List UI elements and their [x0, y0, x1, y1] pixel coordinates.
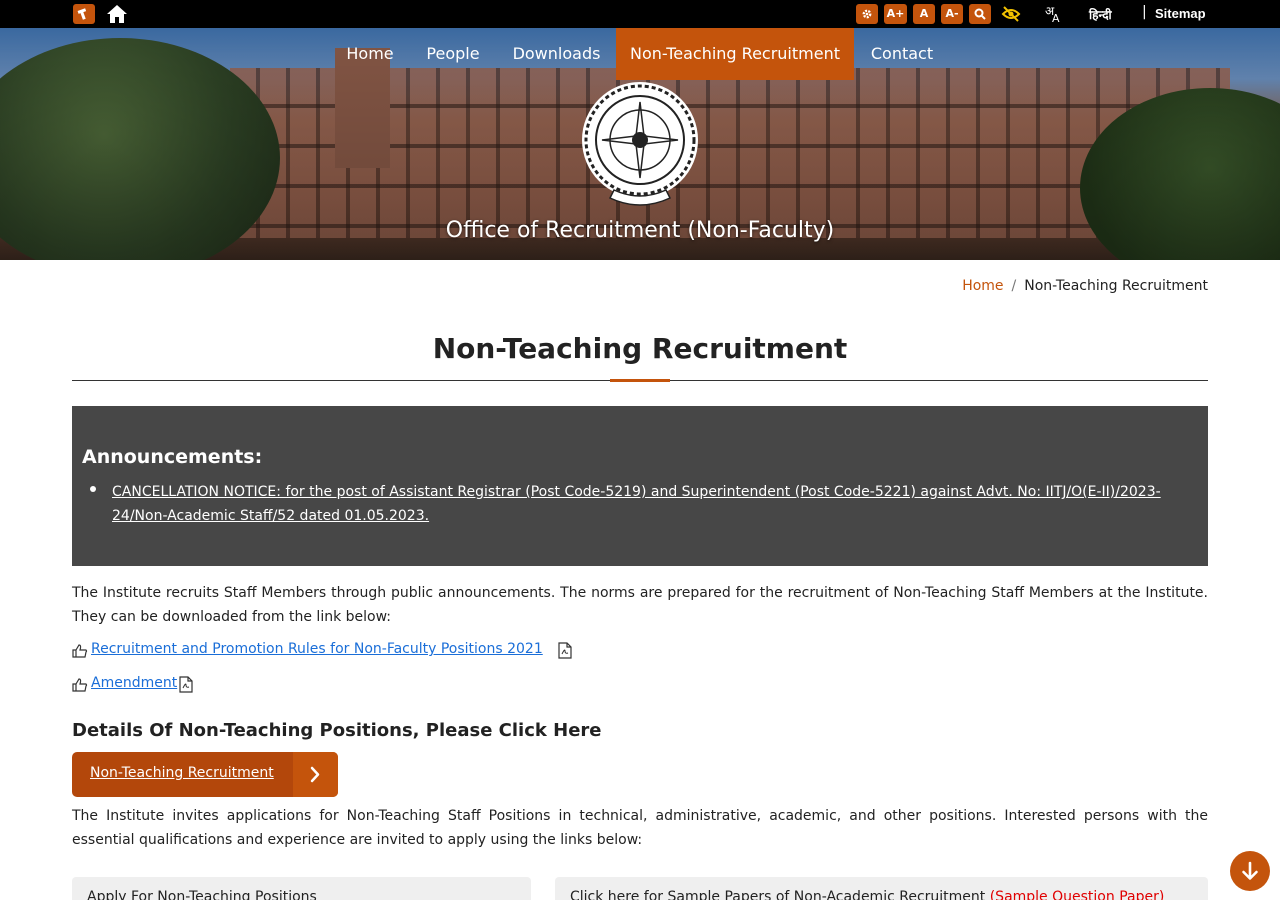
scroll-down-button[interactable] — [1230, 851, 1270, 891]
title-accent-bar — [610, 379, 670, 382]
nav-item-downloads[interactable]: Downloads — [497, 28, 616, 80]
nav-item-home[interactable]: Home — [331, 28, 409, 80]
eye-slash-icon[interactable] — [1000, 4, 1022, 24]
announcement-link[interactable]: CANCELLATION NOTICE: for the post of Ass… — [112, 480, 1192, 528]
announcements-box: Announcements: CANCELLATION NOTICE: for … — [72, 406, 1208, 566]
hindi-language-link[interactable]: हिन्दी — [1089, 6, 1112, 23]
settings-icon[interactable] — [856, 4, 878, 24]
breadcrumb: Home / Non-Teaching Recruitment — [962, 278, 1208, 294]
hero-banner: Home People Downloads Non-Teaching Recru… — [0, 28, 1280, 260]
apply-card[interactable]: Apply For Non-Teaching Positions — [72, 877, 531, 900]
thumbs-up-icon — [72, 677, 88, 693]
sitemap-link[interactable]: Sitemap — [1155, 6, 1206, 21]
apply-card-title[interactable]: Apply For Non-Teaching Positions — [87, 889, 317, 900]
font-normal-button[interactable]: A — [913, 4, 935, 24]
amendment-document-link[interactable]: Amendment — [91, 675, 177, 691]
page-title: Non-Teaching Recruitment — [432, 332, 848, 365]
nav-item-people[interactable]: People — [409, 28, 497, 80]
bullet-icon — [90, 486, 96, 492]
search-icon[interactable] — [969, 4, 991, 24]
breadcrumb-home-link[interactable]: Home — [962, 278, 1003, 294]
breadcrumb-separator: / — [1011, 278, 1017, 294]
top-bar: A+ A A- अ A हिन्दी | Sitemap — [0, 0, 1280, 28]
institute-seal-logo — [580, 80, 700, 216]
chevron-right-icon[interactable] — [293, 752, 338, 797]
font-increase-button[interactable]: A+ — [884, 4, 907, 24]
announcements-heading: Announcements: — [82, 446, 263, 468]
breadcrumb-current: Non-Teaching Recruitment — [1024, 278, 1208, 294]
arrow-down-icon[interactable] — [1230, 861, 1270, 895]
sample-papers-card-title[interactable]: Click here for Sample Papers of Non-Acad… — [570, 889, 1164, 900]
sample-papers-card[interactable]: Click here for Sample Papers of Non-Acad… — [555, 877, 1208, 900]
home-icon[interactable] — [106, 3, 128, 25]
main-navigation: Home People Downloads Non-Teaching Recru… — [0, 28, 1280, 80]
intro-paragraph: The Institute recruits Staff Members thr… — [72, 585, 1208, 625]
nav-item-non-teaching-recruitment[interactable]: Non-Teaching Recruitment — [616, 28, 854, 80]
language-icon[interactable]: अ A — [1043, 2, 1063, 26]
thumbs-up-icon — [72, 643, 88, 659]
details-heading: Details Of Non-Teaching Positions, Pleas… — [72, 720, 602, 741]
logo-icon[interactable] — [73, 4, 95, 24]
document-link-row: Amendment — [72, 675, 212, 695]
sample-question-paper-link[interactable]: (Sample Question Paper) — [990, 889, 1165, 900]
cta-label[interactable]: Non-Teaching Recruitment — [90, 765, 274, 781]
pdf-file-icon[interactable] — [558, 642, 572, 659]
pdf-file-icon[interactable] — [179, 676, 193, 693]
non-teaching-recruitment-button[interactable]: Non-Teaching Recruitment — [72, 752, 338, 797]
topbar-separator: | — [1142, 4, 1147, 20]
banner-title: Office of Recruitment (Non-Faculty) — [445, 218, 835, 243]
nav-item-contact[interactable]: Contact — [854, 28, 950, 80]
font-decrease-button[interactable]: A- — [941, 4, 963, 24]
rules-document-link[interactable]: Recruitment and Promotion Rules for Non-… — [91, 641, 543, 657]
sample-papers-text[interactable]: Click here for Sample Papers of Non-Acad… — [570, 889, 990, 900]
invite-paragraph: The Institute invites applications for N… — [72, 808, 1208, 848]
document-link-row: Recruitment and Promotion Rules for Non-… — [72, 641, 592, 661]
